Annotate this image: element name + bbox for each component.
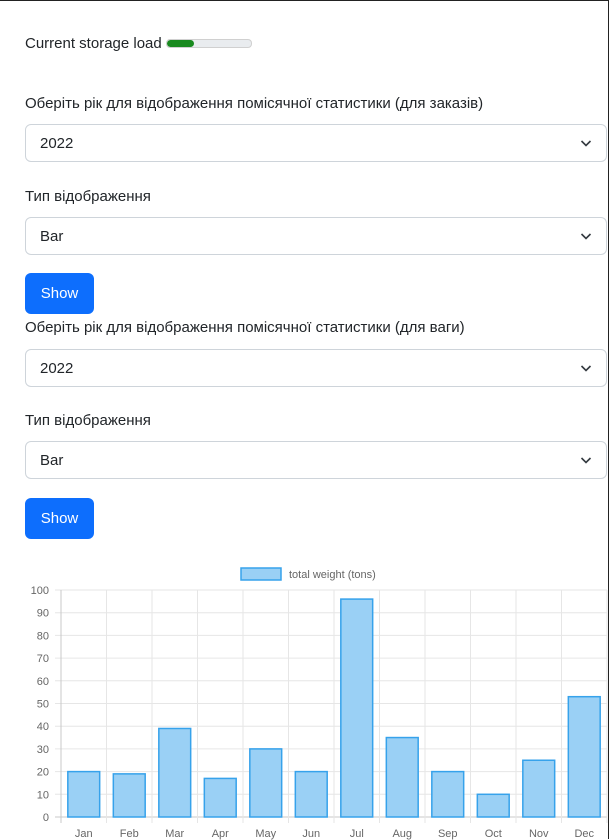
chevron-down-icon (580, 454, 592, 466)
x-tick-label: Feb (120, 828, 139, 840)
y-tick-label: 0 (43, 812, 49, 824)
weight-chart-svg: 0 10 20 30 40 50 60 70 80 90 100 Jan Feb Mar Apr May Jun… (31, 567, 608, 840)
storage-load: Current storage load (25, 35, 252, 52)
weight-type-select[interactable]: Bar (25, 441, 607, 479)
bar-jul (340, 598, 374, 818)
weight-show-button[interactable]: Show (25, 498, 94, 539)
orders-year-value: 2022 (40, 134, 74, 152)
y-tick-label: 90 (37, 608, 49, 620)
weight-year-value: 2022 (40, 359, 74, 377)
legend-swatch (240, 567, 282, 581)
weight-type-value: Bar (40, 451, 64, 469)
y-tick-label: 70 (37, 653, 49, 665)
y-tick-label: 10 (37, 789, 49, 801)
weight-type-label: Тип відображення (25, 412, 151, 429)
chevron-down-icon (580, 362, 592, 374)
weight-year-label: Оберіть рік для відображення помісячної … (25, 319, 465, 336)
y-tick-label: 40 (37, 721, 49, 733)
x-tick-label: Jul (350, 828, 364, 840)
x-tick-label: Aug (392, 828, 412, 840)
orders-year-select[interactable]: 2022 (25, 124, 607, 162)
bar-jan (67, 770, 101, 818)
bar-oct (476, 793, 510, 818)
chevron-down-icon (580, 137, 592, 149)
y-tick-label: 20 (37, 767, 49, 779)
bar-may (249, 748, 283, 818)
x-tick-label: May (255, 828, 276, 840)
weight-year-select[interactable]: 2022 (25, 349, 607, 387)
orders-type-label: Тип відображення (25, 188, 151, 205)
x-tick-label: Jun (302, 828, 320, 840)
bar-aug (385, 736, 419, 818)
bar-sep (431, 770, 465, 818)
orders-show-button[interactable]: Show (25, 273, 94, 314)
legend-label: total weight (tons) (289, 569, 376, 581)
bar-feb (112, 773, 146, 818)
bar-jun (294, 770, 328, 818)
storage-progress-bar (165, 39, 252, 48)
y-tick-label: 60 (37, 676, 49, 688)
y-tick-label: 100 (31, 585, 49, 597)
x-tick-label: Dec (574, 828, 594, 840)
orders-type-select[interactable]: Bar (25, 217, 607, 255)
weight-chart: 0 10 20 30 40 50 60 70 80 90 100 Jan Feb Mar Apr May Jun… (0, 560, 610, 840)
x-tick-label: Mar (165, 828, 184, 840)
x-tick-label: Apr (212, 828, 229, 840)
y-tick-label: 30 (37, 744, 49, 756)
y-tick-label: 50 (37, 699, 49, 711)
x-tick-label: Sep (438, 828, 458, 840)
x-tick-label: Nov (529, 828, 549, 840)
orders-type-value: Bar (40, 227, 64, 245)
bar-dec (567, 695, 601, 818)
bar-nov (522, 759, 556, 818)
x-tick-label: Jan (75, 828, 93, 840)
bar-apr (203, 777, 237, 818)
bar-mar (158, 727, 192, 818)
y-tick-label: 80 (37, 630, 49, 642)
x-tick-label: Oct (485, 828, 502, 840)
orders-year-label: Оберіть рік для відображення помісячної … (25, 95, 484, 112)
storage-progress-fill (166, 40, 194, 47)
storage-load-label: Current storage load (25, 35, 162, 52)
chevron-down-icon (580, 230, 592, 242)
